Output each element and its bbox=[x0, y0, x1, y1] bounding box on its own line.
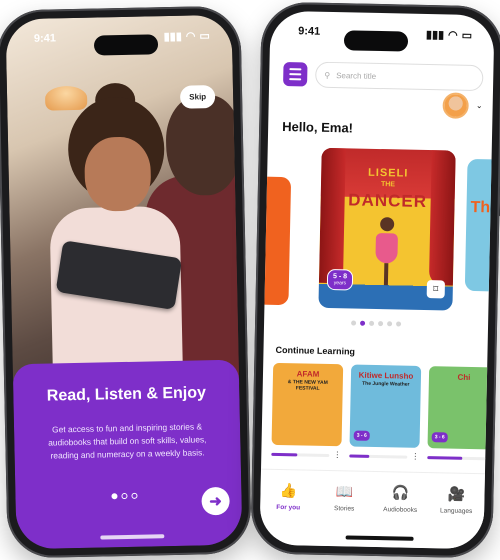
featured-book-card[interactable]: LISELI THE DANCER 5 - 8 years ⌑ bbox=[318, 147, 456, 311]
more-options-icon[interactable]: ⋮ bbox=[333, 450, 341, 459]
progress-fill bbox=[271, 452, 298, 456]
carousel-card-next[interactable]: Th P bbox=[464, 158, 495, 292]
book-title: AFAM bbox=[296, 369, 320, 379]
status-icons: ▮▮▮ ◠ ▭ bbox=[164, 29, 210, 43]
parent-head bbox=[165, 94, 242, 197]
age-badge: 5 - 8 years bbox=[326, 268, 354, 291]
top-bar: ⚲ Search title bbox=[283, 61, 484, 92]
status-icons: ▮▮▮ ◠ ▭ bbox=[426, 27, 472, 41]
book-cover[interactable]: Chi 3 - 6 bbox=[427, 366, 495, 450]
carousel-dot[interactable] bbox=[351, 320, 357, 326]
carousel-dot[interactable] bbox=[369, 320, 375, 326]
home-phone: 9:41 ▮▮▮ ◠ ▭ ⚲ Search title ⌄ Hello, Ema… bbox=[250, 1, 500, 559]
greeting-title: Hello, Ema! bbox=[282, 118, 354, 136]
thumbs-up-icon: 👍 bbox=[279, 482, 298, 499]
tab-label: Languages bbox=[440, 507, 473, 516]
battery-icon: ▭ bbox=[199, 29, 210, 42]
home-indicator bbox=[100, 534, 165, 540]
book-cover[interactable]: AFAM & THE NEW YAM FESTIVAL bbox=[271, 362, 344, 447]
pagination-dots bbox=[111, 492, 138, 500]
wifi-icon: ◠ bbox=[185, 29, 196, 43]
progress-bar bbox=[271, 452, 330, 457]
tab-label: For you bbox=[276, 503, 301, 512]
carousel-dot[interactable] bbox=[387, 321, 393, 327]
featured-carousel[interactable]: Th P LISELI THE DANCER 5 - 8 years ⌑ bbox=[259, 147, 495, 317]
bookmark-icon[interactable]: ⌑ bbox=[426, 280, 446, 299]
tab-label: Audiobooks bbox=[383, 506, 418, 514]
continue-card[interactable]: AFAM & THE NEW YAM FESTIVAL ⋮ bbox=[271, 362, 344, 459]
hamburger-icon-line bbox=[289, 68, 302, 71]
battery-icon: ▭ bbox=[461, 29, 473, 42]
carousel-dot[interactable] bbox=[378, 321, 384, 327]
status-time: 9:41 bbox=[298, 25, 321, 38]
more-options-icon[interactable]: ⋮ bbox=[489, 453, 494, 462]
onboarding-description: Get access to fun and inspiring stories … bbox=[48, 421, 207, 461]
book-subtitle bbox=[433, 382, 495, 383]
signal-icon: ▮▮▮ bbox=[425, 28, 445, 41]
signal-icon: ▮▮▮ bbox=[163, 30, 182, 43]
book-title-line3: DANCER bbox=[348, 190, 428, 212]
dynamic-island bbox=[93, 34, 159, 56]
pagination-dot[interactable] bbox=[121, 492, 128, 500]
book-cover[interactable]: Kitiwe Lunsho The Jungle Weather 3 - 6 bbox=[349, 364, 422, 448]
more-options-icon[interactable]: ⋮ bbox=[411, 452, 419, 461]
carousel-card-prev[interactable] bbox=[259, 176, 292, 306]
onboarding-panel: Read, Listen & Enjoy Get access to fun a… bbox=[12, 359, 243, 550]
search-placeholder: Search title bbox=[336, 70, 377, 81]
dancer-illustration bbox=[375, 217, 398, 287]
progress-fill bbox=[427, 455, 463, 460]
onboarding-title: Read, Listen & Enjoy bbox=[46, 384, 207, 405]
dynamic-island bbox=[343, 30, 409, 52]
book-title: Kitiwe Lunsho bbox=[358, 370, 414, 381]
card-meta: ⋮ bbox=[349, 451, 419, 461]
carousel-dots bbox=[264, 319, 488, 329]
age-badge: 3 - 6 bbox=[353, 430, 370, 441]
book-subtitle: The Jungle Weather bbox=[362, 380, 410, 388]
onboarding-phone: 9:41 ▮▮▮ ◠ ▭ Skip Read, Listen & Enjoy G… bbox=[0, 5, 252, 559]
pagination-dot[interactable] bbox=[111, 493, 118, 500]
book-icon: 📖 bbox=[335, 483, 354, 500]
continue-card[interactable]: Kitiwe Lunsho The Jungle Weather 3 - 6 ⋮ bbox=[349, 364, 422, 461]
onboarding-screen: 9:41 ▮▮▮ ◠ ▭ Skip Read, Listen & Enjoy G… bbox=[5, 14, 243, 550]
skip-button[interactable]: Skip bbox=[179, 85, 216, 109]
card-meta: ⋮ bbox=[427, 453, 495, 463]
search-icon: ⚲ bbox=[324, 70, 331, 80]
pagination-dot[interactable] bbox=[131, 492, 138, 499]
menu-button[interactable] bbox=[283, 61, 308, 87]
progress-bar bbox=[427, 455, 486, 460]
child-face bbox=[83, 136, 152, 212]
search-input[interactable]: ⚲ Search title bbox=[315, 61, 484, 92]
avatar[interactable] bbox=[442, 92, 469, 119]
book-subtitle: & THE NEW YAM FESTIVAL bbox=[287, 379, 328, 392]
age-badge: 3 - 6 bbox=[431, 432, 448, 443]
continue-card[interactable]: Chi 3 - 6 ⋮ bbox=[427, 366, 495, 463]
hamburger-icon-line bbox=[289, 78, 302, 81]
continue-learning-title: Continue Learning bbox=[275, 344, 356, 357]
arrow-right-icon: ➜ bbox=[209, 492, 223, 511]
hamburger-icon-line bbox=[289, 73, 302, 76]
continue-learning-list: AFAM & THE NEW YAM FESTIVAL ⋮ Kitiwe Lunsho… bbox=[271, 362, 495, 463]
hero-photo bbox=[5, 14, 243, 387]
next-button[interactable]: ➜ bbox=[201, 486, 230, 516]
chevron-down-icon[interactable]: ⌄ bbox=[476, 101, 483, 110]
bottom-tab-bar: 👍 For you 📖 Stories 🎧 Audiobooks 🎥 Languages bbox=[259, 468, 485, 550]
status-time: 9:41 bbox=[33, 32, 57, 45]
video-icon: 🎥 bbox=[447, 485, 466, 502]
carousel-dot[interactable] bbox=[360, 320, 366, 326]
tab-languages[interactable]: 🎥 Languages bbox=[428, 485, 483, 549]
progress-fill bbox=[349, 453, 370, 458]
headphones-icon: 🎧 bbox=[391, 484, 410, 501]
lamp bbox=[44, 85, 88, 111]
home-screen: 9:41 ▮▮▮ ◠ ▭ ⚲ Search title ⌄ Hello, Ema… bbox=[259, 10, 495, 550]
tab-label: Stories bbox=[334, 505, 355, 513]
card-meta: ⋮ bbox=[271, 450, 341, 459]
tab-for-you[interactable]: 👍 For you bbox=[260, 482, 315, 546]
carousel-dot[interactable] bbox=[396, 321, 402, 327]
wifi-icon: ◠ bbox=[448, 28, 458, 42]
book-title: Chi bbox=[457, 372, 471, 382]
progress-bar bbox=[349, 453, 408, 459]
age-unit: years bbox=[333, 280, 347, 287]
card-peek-title: Th P bbox=[470, 198, 494, 217]
